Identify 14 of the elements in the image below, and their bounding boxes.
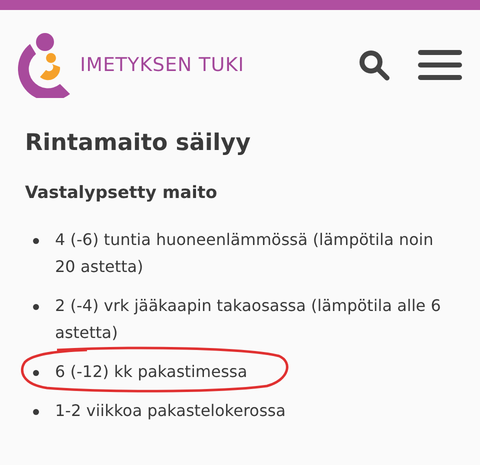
section-heading: Vastalypsetty maito <box>25 182 218 204</box>
logo-icon[interactable] <box>18 32 72 98</box>
page-title: Rintamaito säilyy <box>25 129 252 158</box>
bullet-icon <box>33 409 39 415</box>
list-item-text: 6 (-12) kk pakastimessa <box>55 361 248 383</box>
bullet-icon <box>33 238 39 244</box>
search-icon[interactable] <box>358 49 390 81</box>
bullet-icon <box>33 370 39 376</box>
brand-name[interactable]: IMETYKSEN TUKI <box>80 50 244 80</box>
list-item-text: 2 (-4) vrk jääkaapin takaosassa (lämpötila alle 6 astetta) <box>55 295 442 344</box>
bullet-icon <box>33 304 39 310</box>
menu-icon[interactable] <box>418 50 462 80</box>
list-item-text: 4 (-6) tuntia huoneenlämmössä (lämpötila noin 20 astetta) <box>55 229 434 278</box>
list-item-text: 1-2 viikkoa pakastelokerossa <box>55 400 287 422</box>
